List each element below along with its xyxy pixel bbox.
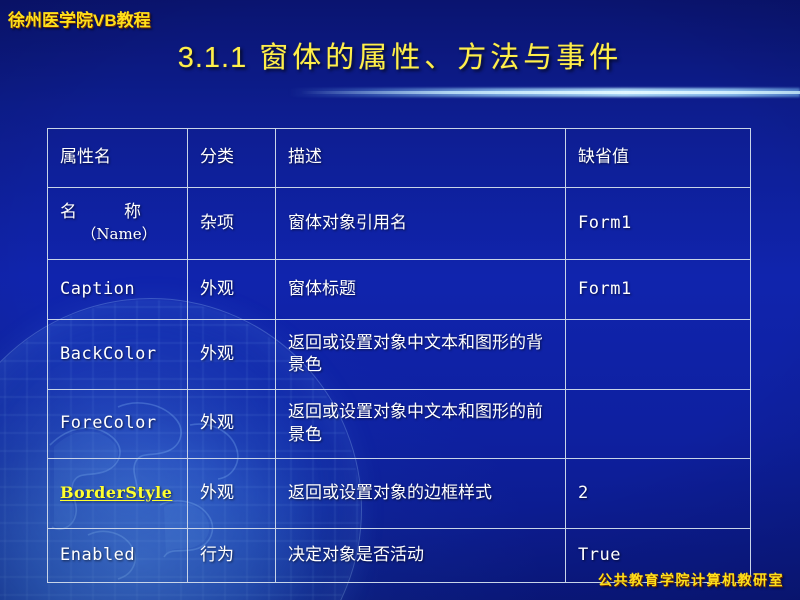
page-title-text: 窗体的属性、方法与事件 [259,42,623,74]
cell-description: 返回或设置对象中文本和图形的前景色 [275,389,566,459]
course-title: 徐州医学院VB教程 [8,11,151,30]
cell-description: 窗体对象引用名 [275,187,566,260]
table-row: 名称 （Name） 杂项 窗体对象引用名 Form1 [47,187,751,260]
cell-category: 外观 [187,389,276,459]
cell-property-name: ForeColor [47,389,188,459]
light-streak-core-graphic [300,91,800,94]
column-header-category: 分类 [187,128,276,188]
page-title-number: 3.1.1 [177,42,248,74]
cell-category: 行为 [187,528,276,583]
cell-property-name: BackColor [47,319,188,390]
borderstyle-hyperlink[interactable]: BorderStyle [60,483,172,503]
property-name-cjk: 名称 [60,201,142,223]
cell-category: 杂项 [187,187,276,260]
light-streak-graphic [0,88,800,97]
cell-description: 返回或设置对象的边框样式 [275,458,566,529]
column-header-description: 描述 [275,128,566,188]
table-row: BackColor 外观 返回或设置对象中文本和图形的背景色 [47,319,751,390]
property-name-part1: 名 [60,202,78,223]
cell-category: 外观 [187,259,276,320]
table-row: Caption 外观 窗体标题 Form1 [47,259,751,320]
cell-property-name: Enabled [47,528,188,583]
cell-default-value [565,319,751,390]
cell-category: 外观 [187,319,276,390]
table-row: BorderStyle 外观 返回或设置对象的边框样式 2 [47,458,751,529]
form-properties-table: 属性名 分类 描述 缺省值 名称 （Name） 杂项 窗体对象引用名 Form1… [47,128,751,583]
cell-default-value: Form1 [565,187,751,260]
cell-property-name: 名称 （Name） [47,187,188,260]
cell-category: 外观 [187,458,276,529]
cell-property-name: Caption [47,259,188,320]
cell-default-value: 2 [565,458,751,529]
table-header-row: 属性名 分类 描述 缺省值 [47,128,751,188]
cell-property-name: BorderStyle [47,458,188,529]
cell-description: 决定对象是否活动 [275,528,566,583]
column-header-default: 缺省值 [565,128,751,188]
column-header-name: 属性名 [47,128,188,188]
table-row: ForeColor 外观 返回或设置对象中文本和图形的前景色 [47,389,751,459]
footer-department: 公共教育学院计算机教研室 [598,572,784,588]
cell-description: 返回或设置对象中文本和图形的背景色 [275,319,566,390]
cell-description: 窗体标题 [275,259,566,320]
property-name-english: （Name） [81,224,157,243]
cell-default-value [565,389,751,459]
property-name-part2: 称 [124,202,142,223]
slide-canvas: 徐州医学院VB教程 3.1.1 窗体的属性、方法与事件 属性名 分类 描述 缺省… [0,0,800,600]
page-title: 3.1.1 窗体的属性、方法与事件 [0,34,800,76]
cell-default-value: Form1 [565,259,751,320]
